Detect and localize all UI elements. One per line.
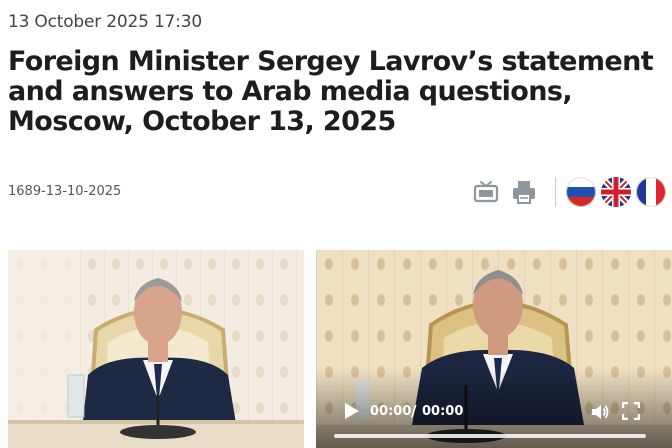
tv-icon[interactable] [472, 178, 500, 206]
fullscreen-icon[interactable] [621, 401, 641, 421]
video-player[interactable]: 00:00 / 00:00 [316, 250, 672, 448]
volume-icon[interactable] [590, 402, 610, 422]
article-title: Foreign Minister Sergey Lavrov’s stateme… [8, 46, 654, 137]
toolbar-divider [555, 177, 556, 207]
play-icon[interactable] [344, 402, 360, 420]
video-progress-bar[interactable] [334, 434, 646, 438]
article-photo[interactable] [8, 250, 304, 448]
article-toolbar [470, 175, 670, 209]
video-duration: 00:00 [422, 404, 464, 419]
article-date: 13 October 2025 17:30 [8, 12, 202, 32]
gb-flag-icon[interactable] [601, 177, 631, 207]
video-current-time: 00:00 [370, 404, 412, 419]
ru-flag-icon[interactable] [566, 177, 596, 207]
video-time-separator: / [411, 402, 417, 420]
video-controls: 00:00 / 00:00 [316, 388, 672, 448]
print-icon[interactable] [510, 178, 538, 206]
fr-flag-icon[interactable] [636, 177, 666, 207]
document-number: 1689-13-10-2025 [8, 184, 122, 199]
